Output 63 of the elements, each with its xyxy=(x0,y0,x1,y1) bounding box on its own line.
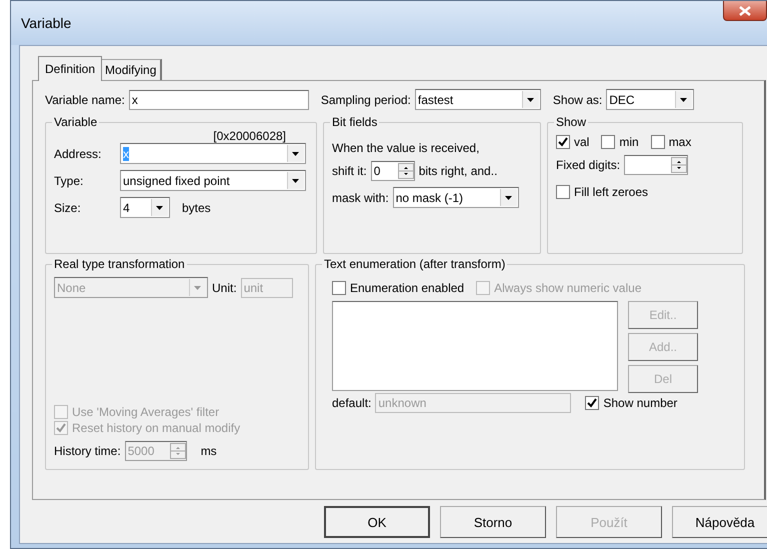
dropdown[interactable]: 4 xyxy=(120,197,170,218)
checkbox[interactable] xyxy=(556,135,570,149)
checkbox[interactable] xyxy=(650,135,665,149)
field-label: shift it: xyxy=(332,164,367,178)
checkbox[interactable] xyxy=(556,185,570,199)
close-button[interactable] xyxy=(723,1,767,21)
spin-buttons[interactable] xyxy=(398,163,414,179)
checkbox-label: Fill left zeroes xyxy=(574,185,648,199)
group-title: Bit fields xyxy=(330,115,380,129)
field-label: Address: xyxy=(54,146,102,160)
field-label: mask with: xyxy=(332,190,389,204)
checkbox[interactable] xyxy=(585,396,600,410)
spin-field[interactable]: 0 xyxy=(370,161,415,181)
input-field[interactable]: x xyxy=(128,90,309,110)
checkbox[interactable] xyxy=(601,135,616,149)
caret-icon xyxy=(151,199,168,216)
list-box[interactable] xyxy=(332,301,618,391)
address-label: [0x20006028] xyxy=(213,129,286,143)
group-title: Text enumeration (after transform) xyxy=(322,257,508,271)
close-icon xyxy=(739,6,751,16)
group-title: Show xyxy=(554,115,588,129)
field-label: Type: xyxy=(54,174,84,188)
checkbox-label: Always show numeric value xyxy=(494,281,642,295)
tab[interactable]: Modifying xyxy=(101,59,162,80)
checkbox-label: Reset history on manual modify xyxy=(72,421,240,435)
field-label: Sampling period: xyxy=(320,92,411,106)
checkbox-label: val xyxy=(574,135,590,149)
caret-icon xyxy=(287,172,304,189)
window-title: Variable xyxy=(21,15,72,31)
field-label: Fixed digits: xyxy=(556,158,620,172)
checkbox-label: Use 'Moving Averages' filter xyxy=(72,405,220,419)
field-label: default: xyxy=(332,396,372,410)
description-text: When the value is received, xyxy=(332,141,480,155)
checkbox-label: Enumeration enabled xyxy=(350,281,464,295)
caret-icon xyxy=(287,145,304,162)
dialog-button[interactable]: OK xyxy=(324,506,430,538)
dropdown[interactable]: DEC xyxy=(606,89,694,110)
group-title: Real type transformation xyxy=(52,257,187,271)
caret-icon xyxy=(675,91,692,108)
dropdown[interactable]: no mask (-1) xyxy=(392,187,519,208)
checkbox-label: max xyxy=(668,135,692,149)
field-label: Unit: xyxy=(212,280,237,294)
field-label: bits right, and.. xyxy=(418,164,498,178)
dropdown[interactable]: unsigned fixed point xyxy=(120,170,306,191)
caret-icon xyxy=(500,189,517,206)
spin-field[interactable] xyxy=(624,155,688,175)
checkbox-label: Show number xyxy=(603,396,678,410)
field-label: ms xyxy=(200,444,217,458)
field-label: Size: xyxy=(54,200,82,214)
group-title: Variable xyxy=(52,115,100,129)
field-label: bytes xyxy=(182,200,211,214)
input-field: unit xyxy=(240,278,293,298)
checkbox-label: min xyxy=(619,135,639,149)
dropdown[interactable]: fastest xyxy=(414,89,541,110)
spin-buttons[interactable] xyxy=(671,157,688,173)
checkbox[interactable] xyxy=(332,281,346,295)
field-label: History time: xyxy=(54,444,121,458)
dialog-button[interactable]: Nápověda xyxy=(672,506,767,538)
tab[interactable]: Definition xyxy=(38,56,102,81)
caret-icon xyxy=(522,91,539,108)
dialog-button[interactable]: Storno xyxy=(440,506,546,538)
field-label: Variable name: xyxy=(45,92,125,106)
field-label: Show as: xyxy=(552,92,602,106)
